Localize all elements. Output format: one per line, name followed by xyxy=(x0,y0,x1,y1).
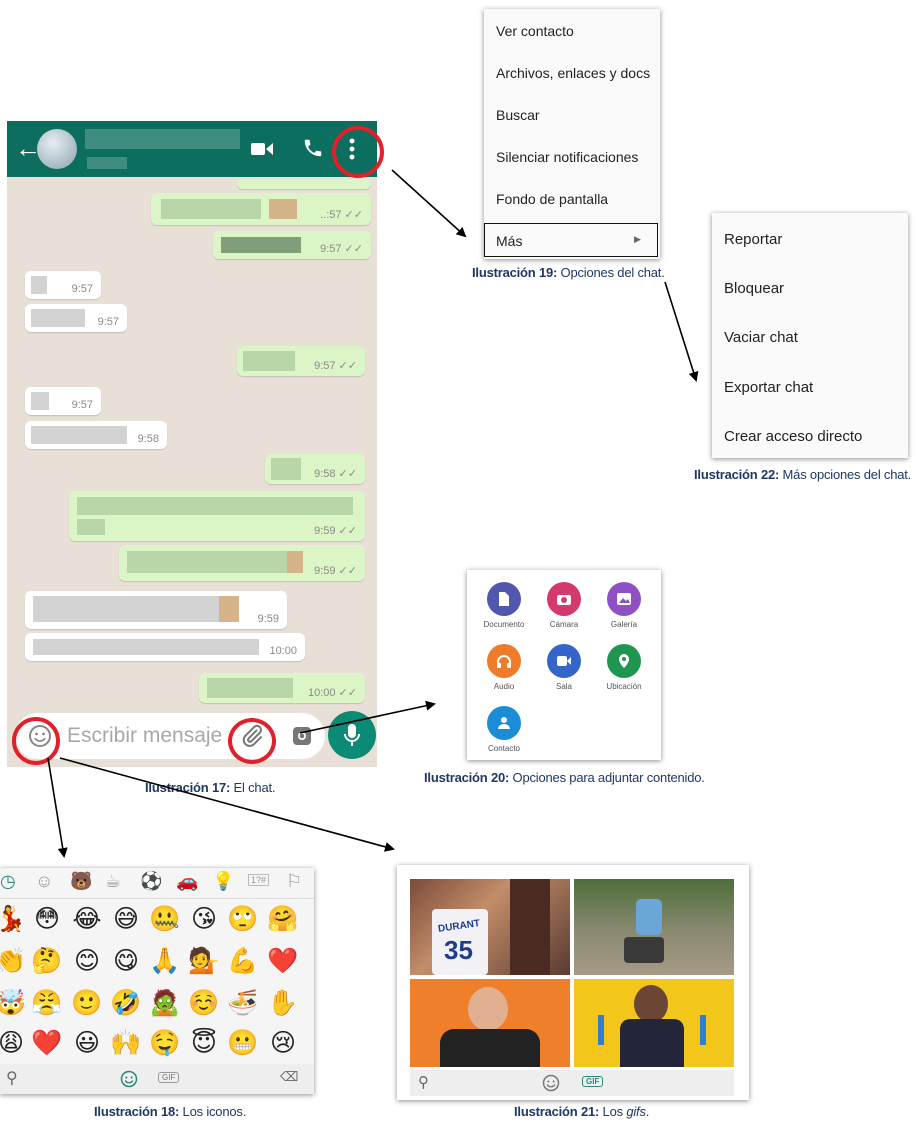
arrow-to-gif-panel xyxy=(59,757,395,852)
arrow-to-chat-options xyxy=(391,169,467,238)
arrow-to-more-options xyxy=(664,281,699,382)
annotation-arrows xyxy=(47,169,699,858)
arrow-to-emoji-panel xyxy=(47,757,68,858)
arrow-to-attach-panel xyxy=(299,700,436,734)
